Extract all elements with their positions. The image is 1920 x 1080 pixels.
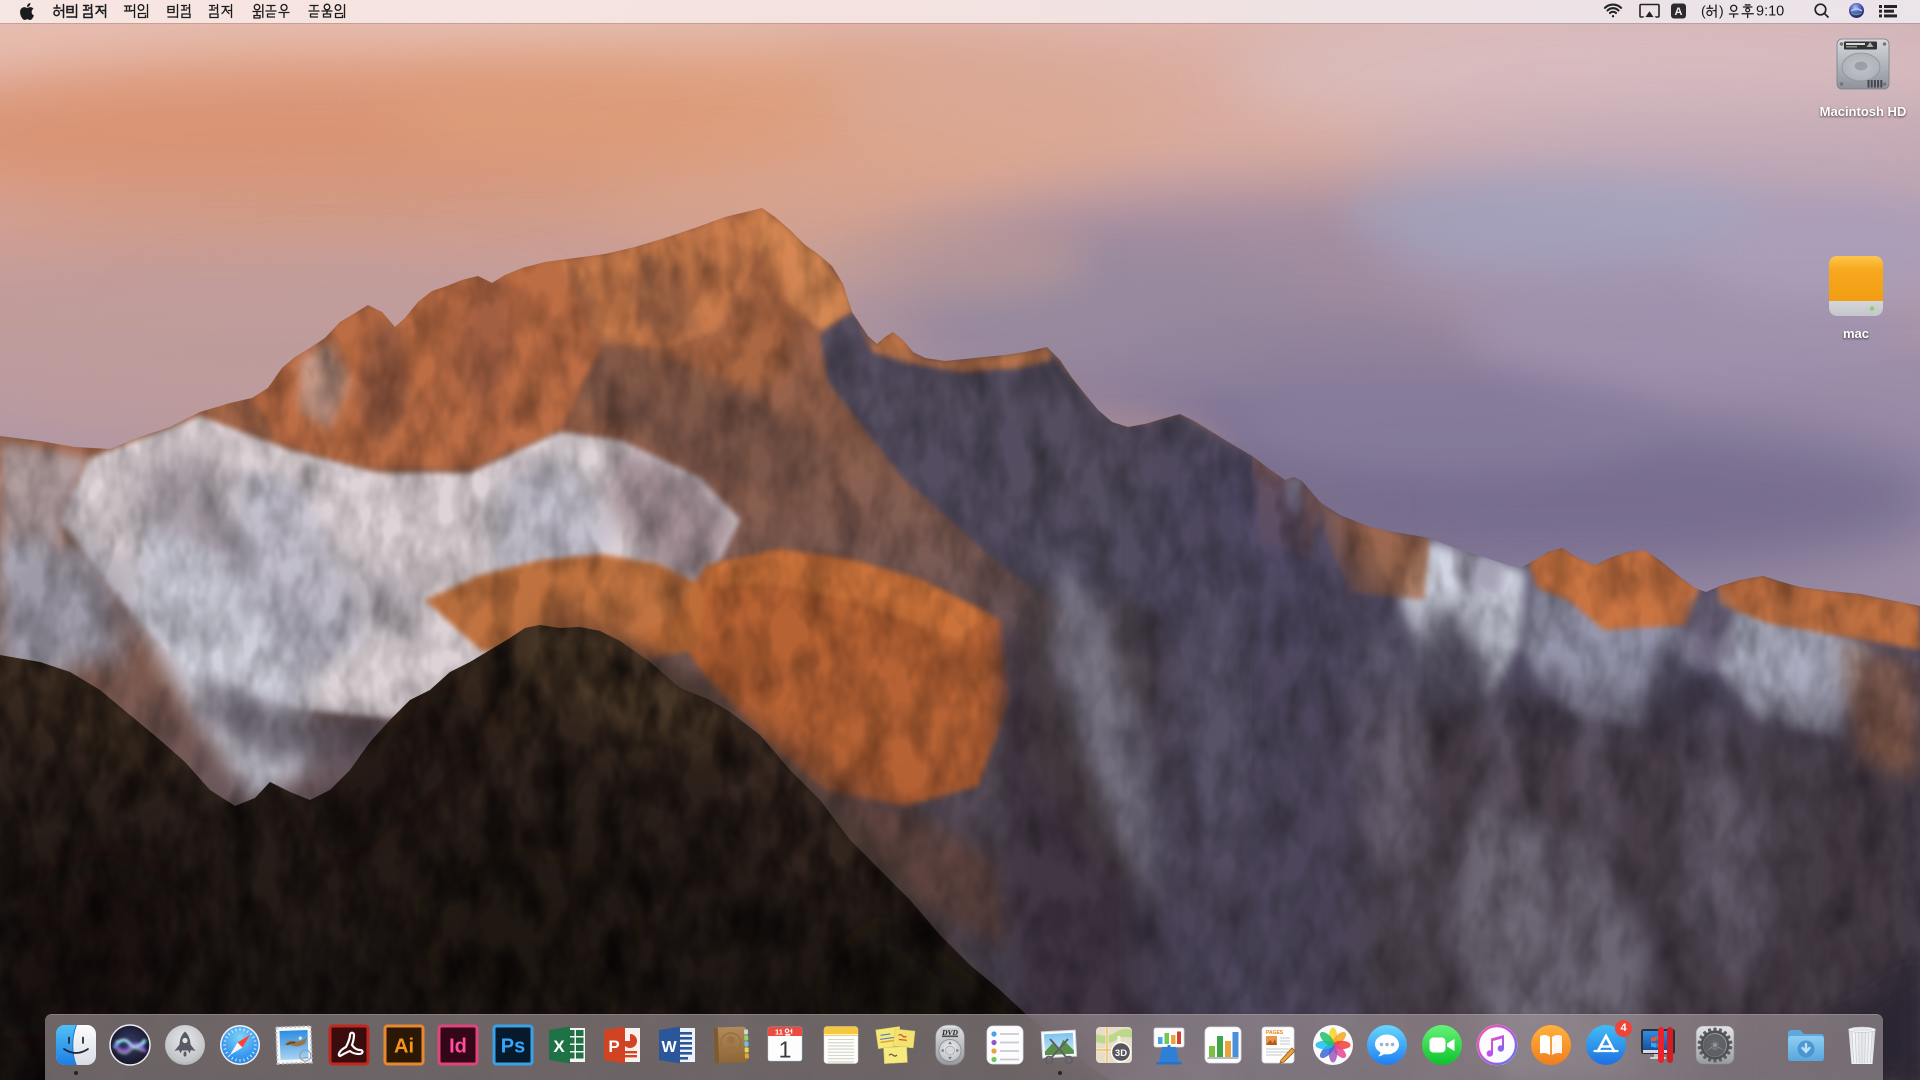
svg-text:1: 1 bbox=[779, 1037, 792, 1063]
svg-text:3D: 3D bbox=[1115, 1048, 1127, 1059]
svg-text:(: ( bbox=[1701, 3, 1706, 19]
svg-text:9:10: 9:10 bbox=[1756, 4, 1784, 20]
svg-text:W: W bbox=[661, 1039, 677, 1056]
svg-text:P: P bbox=[608, 1037, 619, 1056]
svg-text:Ai: Ai bbox=[394, 1036, 414, 1058]
svg-text:Id: Id bbox=[449, 1036, 467, 1058]
svg-text:): ) bbox=[1719, 3, 1724, 19]
svg-text:PAGES: PAGES bbox=[1266, 1030, 1284, 1036]
svg-text:X: X bbox=[554, 1037, 566, 1056]
svg-text:11: 11 bbox=[775, 1028, 783, 1037]
svg-text:A: A bbox=[1675, 6, 1683, 18]
svg-text:Ps: Ps bbox=[501, 1036, 525, 1058]
